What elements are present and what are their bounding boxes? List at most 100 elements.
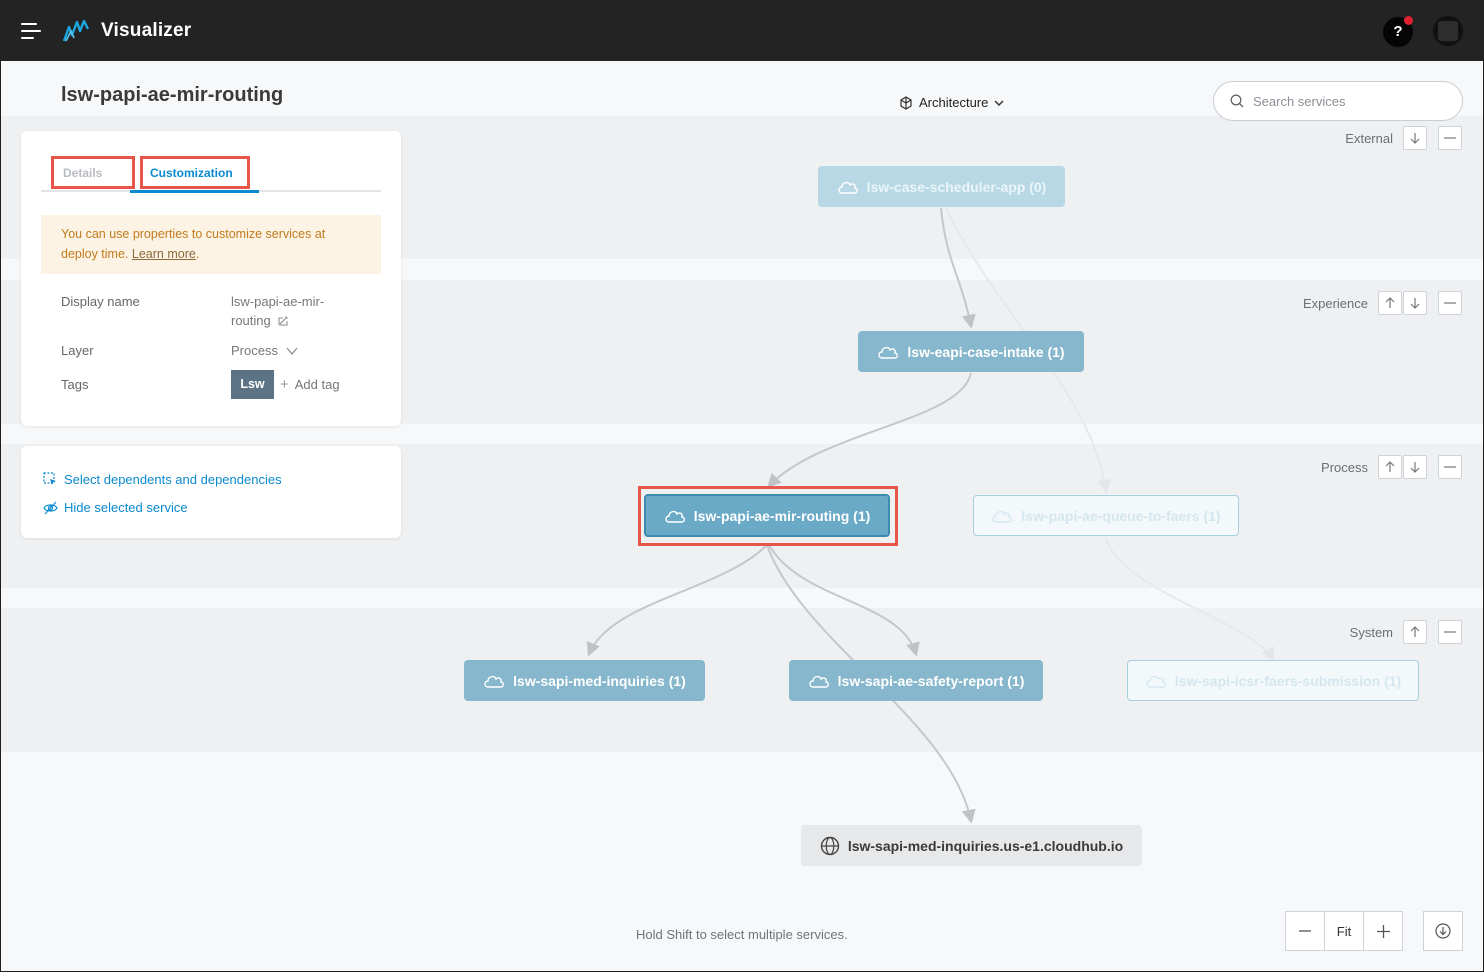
zoom-fit-button[interactable]: Fit (1324, 912, 1363, 950)
arrow-down-icon (1410, 462, 1420, 473)
actions-panel: Select dependents and dependencies Hide … (21, 446, 401, 538)
select-cursor-icon (43, 472, 56, 485)
move-layer-up-button[interactable] (1403, 620, 1427, 644)
download-button[interactable] (1423, 911, 1463, 951)
arrow-up-icon (1385, 461, 1395, 472)
cloud-icon (992, 510, 1013, 523)
zoom-in-button[interactable] (1363, 912, 1402, 950)
node-label: lsw-sapi-med-inquiries.us-e1.cloudhub.io (847, 837, 1124, 854)
node-label: lsw-sapi-med-inquiries (1) (513, 672, 686, 689)
minus-icon (1299, 930, 1311, 932)
cloud-icon (837, 181, 858, 194)
cloud-icon (808, 675, 829, 688)
minus-icon (1444, 631, 1456, 633)
cloud-icon (484, 675, 505, 688)
service-node-sapi-icsr-faers[interactable]: lsw-sapi-icsr-faers-submission (1) (1127, 660, 1419, 701)
move-layer-up-button[interactable] (1378, 291, 1402, 315)
display-name-line2: routing (231, 313, 271, 328)
user-avatar[interactable] (1433, 16, 1463, 46)
search-box[interactable] (1213, 81, 1463, 121)
display-name-value: lsw-papi-ae-mir- routing (231, 292, 324, 330)
service-node-sapi-safety-report[interactable]: lsw-sapi-ae-safety-report (1) (789, 660, 1043, 701)
layer-label-experience: Experience (1302, 296, 1368, 311)
tab-details[interactable]: Details (63, 166, 102, 180)
collapse-layer-button[interactable] (1438, 620, 1462, 644)
collapse-layer-button[interactable] (1438, 455, 1462, 479)
service-node-papi-mir-routing[interactable]: lsw-papi-ae-mir-routing (1) (644, 494, 890, 537)
move-layer-down-button[interactable] (1403, 455, 1427, 479)
app-window: Visualizer ? lsw-papi-ae-mir-routing Arc… (0, 0, 1484, 972)
node-label: lsw-papi-ae-mir-routing (1) (693, 507, 871, 524)
app-title: Visualizer (101, 20, 192, 41)
arrow-down-icon (1410, 133, 1420, 144)
add-tag-button[interactable]: + Add tag (280, 375, 340, 394)
node-label: lsw-sapi-icsr-faers-submission (1) (1174, 672, 1402, 689)
multi-select-hint: Hold Shift to select multiple services. (636, 927, 848, 942)
eye-off-icon (43, 501, 58, 514)
layer-label-external: External (1345, 131, 1393, 146)
search-icon (1230, 94, 1244, 108)
service-node-papi-queue-faers[interactable]: lsw-papi-ae-queue-to-faers (1) (973, 495, 1239, 536)
arrow-up-icon (1385, 297, 1395, 308)
arrow-down-icon (1410, 298, 1420, 309)
service-node-sapi-med-inquiries[interactable]: lsw-sapi-med-inquiries (1) (464, 660, 705, 701)
plus-icon: + (280, 376, 289, 393)
collapse-layer-button[interactable] (1438, 126, 1462, 150)
visualizer-canvas[interactable]: lsw-papi-ae-mir-routing Architecture Ext… (1, 61, 1483, 971)
notification-badge (1404, 16, 1413, 25)
top-navigation-bar: Visualizer ? (0, 0, 1484, 61)
layer-label-process: Process (1321, 460, 1368, 475)
collapse-layer-button[interactable] (1438, 291, 1462, 315)
minus-icon (1444, 466, 1456, 468)
cloud-icon (665, 510, 685, 523)
page-title: lsw-papi-ae-mir-routing (61, 84, 284, 106)
globe-icon (820, 836, 840, 855)
minus-icon (1444, 137, 1456, 139)
architecture-icon (900, 95, 912, 110)
cloud-icon (1146, 675, 1166, 688)
layer-label: Layer (61, 343, 94, 358)
plus-icon (1376, 924, 1390, 938)
node-label: lsw-papi-ae-queue-to-faers (1) (1021, 507, 1221, 524)
details-panel: Details Customization You can use proper… (21, 131, 401, 426)
move-layer-up-button[interactable] (1378, 455, 1402, 479)
zoom-controls: Fit (1285, 911, 1403, 951)
cloud-icon (878, 346, 899, 359)
layer-select[interactable]: Process (231, 341, 298, 360)
service-node-case-scheduler[interactable]: lsw-case-scheduler-app (0) (818, 166, 1065, 207)
search-input[interactable] (1253, 93, 1443, 109)
display-name-label: Display name (61, 294, 140, 309)
node-label: lsw-sapi-ae-safety-report (1) (837, 672, 1025, 689)
select-dependents-label: Select dependents and dependencies (64, 472, 282, 487)
menu-icon[interactable] (21, 22, 41, 40)
edit-icon[interactable] (277, 315, 289, 327)
learn-more-link[interactable]: Learn more (132, 247, 196, 261)
active-tab-indicator (130, 190, 259, 193)
layer-select-value: Process (231, 343, 278, 358)
chevron-down-icon (286, 347, 298, 355)
external-endpoint-node[interactable]: lsw-sapi-med-inquiries.us-e1.cloudhub.io (801, 825, 1142, 866)
tags-label: Tags (61, 377, 89, 392)
node-label: lsw-eapi-case-intake (1) (907, 343, 1065, 360)
tab-customization[interactable]: Customization (150, 166, 233, 180)
select-dependents-button[interactable]: Select dependents and dependencies (43, 472, 282, 487)
add-tag-label: Add tag (294, 377, 340, 392)
move-layer-down-button[interactable] (1403, 291, 1427, 315)
hide-service-label: Hide selected service (64, 500, 188, 515)
service-node-eapi-case-intake[interactable]: lsw-eapi-case-intake (1) (858, 331, 1084, 372)
arrow-up-icon (1410, 626, 1420, 637)
view-selector-dropdown[interactable]: Architecture (899, 95, 1004, 110)
display-name-line1: lsw-papi-ae-mir- (231, 294, 325, 309)
layer-label-system: System (1349, 625, 1393, 640)
hide-service-button[interactable]: Hide selected service (43, 500, 188, 515)
tag-chip[interactable]: Lsw (231, 370, 274, 399)
minus-icon (1444, 302, 1456, 304)
chevron-down-icon (994, 99, 1004, 106)
node-label: lsw-case-scheduler-app (0) (866, 178, 1047, 195)
customization-notice: You can use properties to customize serv… (41, 215, 381, 274)
move-layer-down-button[interactable] (1403, 126, 1427, 150)
notice-suffix: . (195, 247, 200, 261)
view-selector-label: Architecture (919, 95, 989, 110)
zoom-out-button[interactable] (1286, 912, 1324, 950)
visualizer-logo-icon (62, 19, 90, 42)
